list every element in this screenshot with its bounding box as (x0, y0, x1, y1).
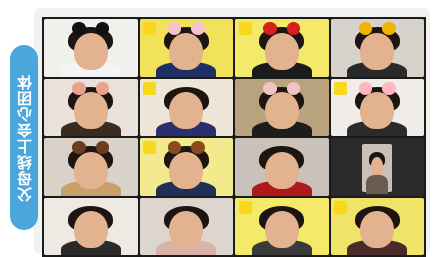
participant-face (264, 92, 299, 130)
participant-face (73, 211, 108, 249)
filter-ear-shape (95, 81, 110, 95)
participant-video-tile[interactable] (235, 78, 329, 136)
bunny-ears-filter (263, 81, 301, 95)
background-poster (238, 200, 252, 214)
participant-video-tile[interactable] (139, 197, 233, 255)
pig-ears-filter (72, 81, 110, 95)
participant-video-tile[interactable] (139, 138, 233, 196)
participant-face (264, 151, 299, 189)
participant-face (169, 211, 204, 249)
side-title-banner: 父母线上会心团体 (10, 45, 38, 230)
participant-face (73, 32, 108, 70)
participant-body (366, 174, 388, 194)
filter-ear-shape (286, 81, 301, 95)
filter-ear-shape (95, 22, 110, 36)
filter-ear-shape (167, 141, 181, 155)
crown-filter (358, 22, 396, 36)
bunny-ears-filter (358, 81, 396, 95)
background-poster (143, 141, 157, 155)
bunny-ears-filter (167, 22, 205, 36)
participant-video-tile[interactable] (44, 19, 138, 77)
participant-face (360, 32, 395, 70)
filter-ear-shape (95, 141, 110, 155)
filter-ear-shape (72, 81, 86, 95)
filter-ear-shape (191, 22, 205, 36)
participant-video-tile[interactable] (44, 197, 138, 255)
participant-video-tile[interactable] (330, 78, 424, 136)
participant-face (73, 92, 108, 130)
participant-video-tile[interactable] (330, 197, 424, 255)
background-poster (334, 200, 348, 214)
participant-video-feed (362, 143, 393, 194)
beret-filter (263, 22, 301, 36)
participant-video-grid (42, 17, 426, 257)
reindeer-antlers-filter (167, 141, 205, 155)
participant-video-tile[interactable] (235, 138, 329, 196)
participant-face (264, 32, 299, 70)
filter-ear-shape (191, 141, 205, 155)
participant-face (169, 32, 204, 70)
background-poster (143, 81, 157, 95)
participant-video-tile[interactable] (139, 19, 233, 77)
filter-ear-shape (72, 22, 86, 36)
filter-ear-shape (286, 22, 301, 36)
filter-ear-shape (167, 22, 181, 36)
participant-face (169, 151, 204, 189)
participant-video-tile[interactable] (235, 19, 329, 77)
participant-video-tile[interactable] (330, 19, 424, 77)
participant-video-tile[interactable] (44, 78, 138, 136)
participant-video-tile[interactable] (330, 138, 424, 196)
background-poster (143, 22, 157, 36)
participant-face (169, 92, 204, 130)
side-title-text: 父母线上会心团体 (15, 73, 34, 202)
participant-face (264, 211, 299, 249)
filter-ear-shape (263, 81, 277, 95)
filter-ear-shape (382, 81, 396, 95)
participant-video-tile[interactable] (235, 197, 329, 255)
filter-ear-shape (72, 141, 86, 155)
filter-ear-shape (358, 22, 372, 36)
filter-ear-shape (358, 81, 372, 95)
background-poster (334, 81, 348, 95)
filter-ear-shape (263, 22, 277, 36)
background-poster (238, 22, 252, 36)
filter-ear-shape (382, 22, 396, 36)
participant-face (73, 151, 108, 189)
participant-video-tile[interactable] (139, 78, 233, 136)
bear-ears-filter (72, 141, 110, 155)
participant-video-tile[interactable] (44, 138, 138, 196)
mouse-ears-filter (72, 22, 110, 36)
participant-face (371, 157, 384, 177)
participant-face (360, 211, 395, 249)
participant-face (360, 92, 395, 130)
